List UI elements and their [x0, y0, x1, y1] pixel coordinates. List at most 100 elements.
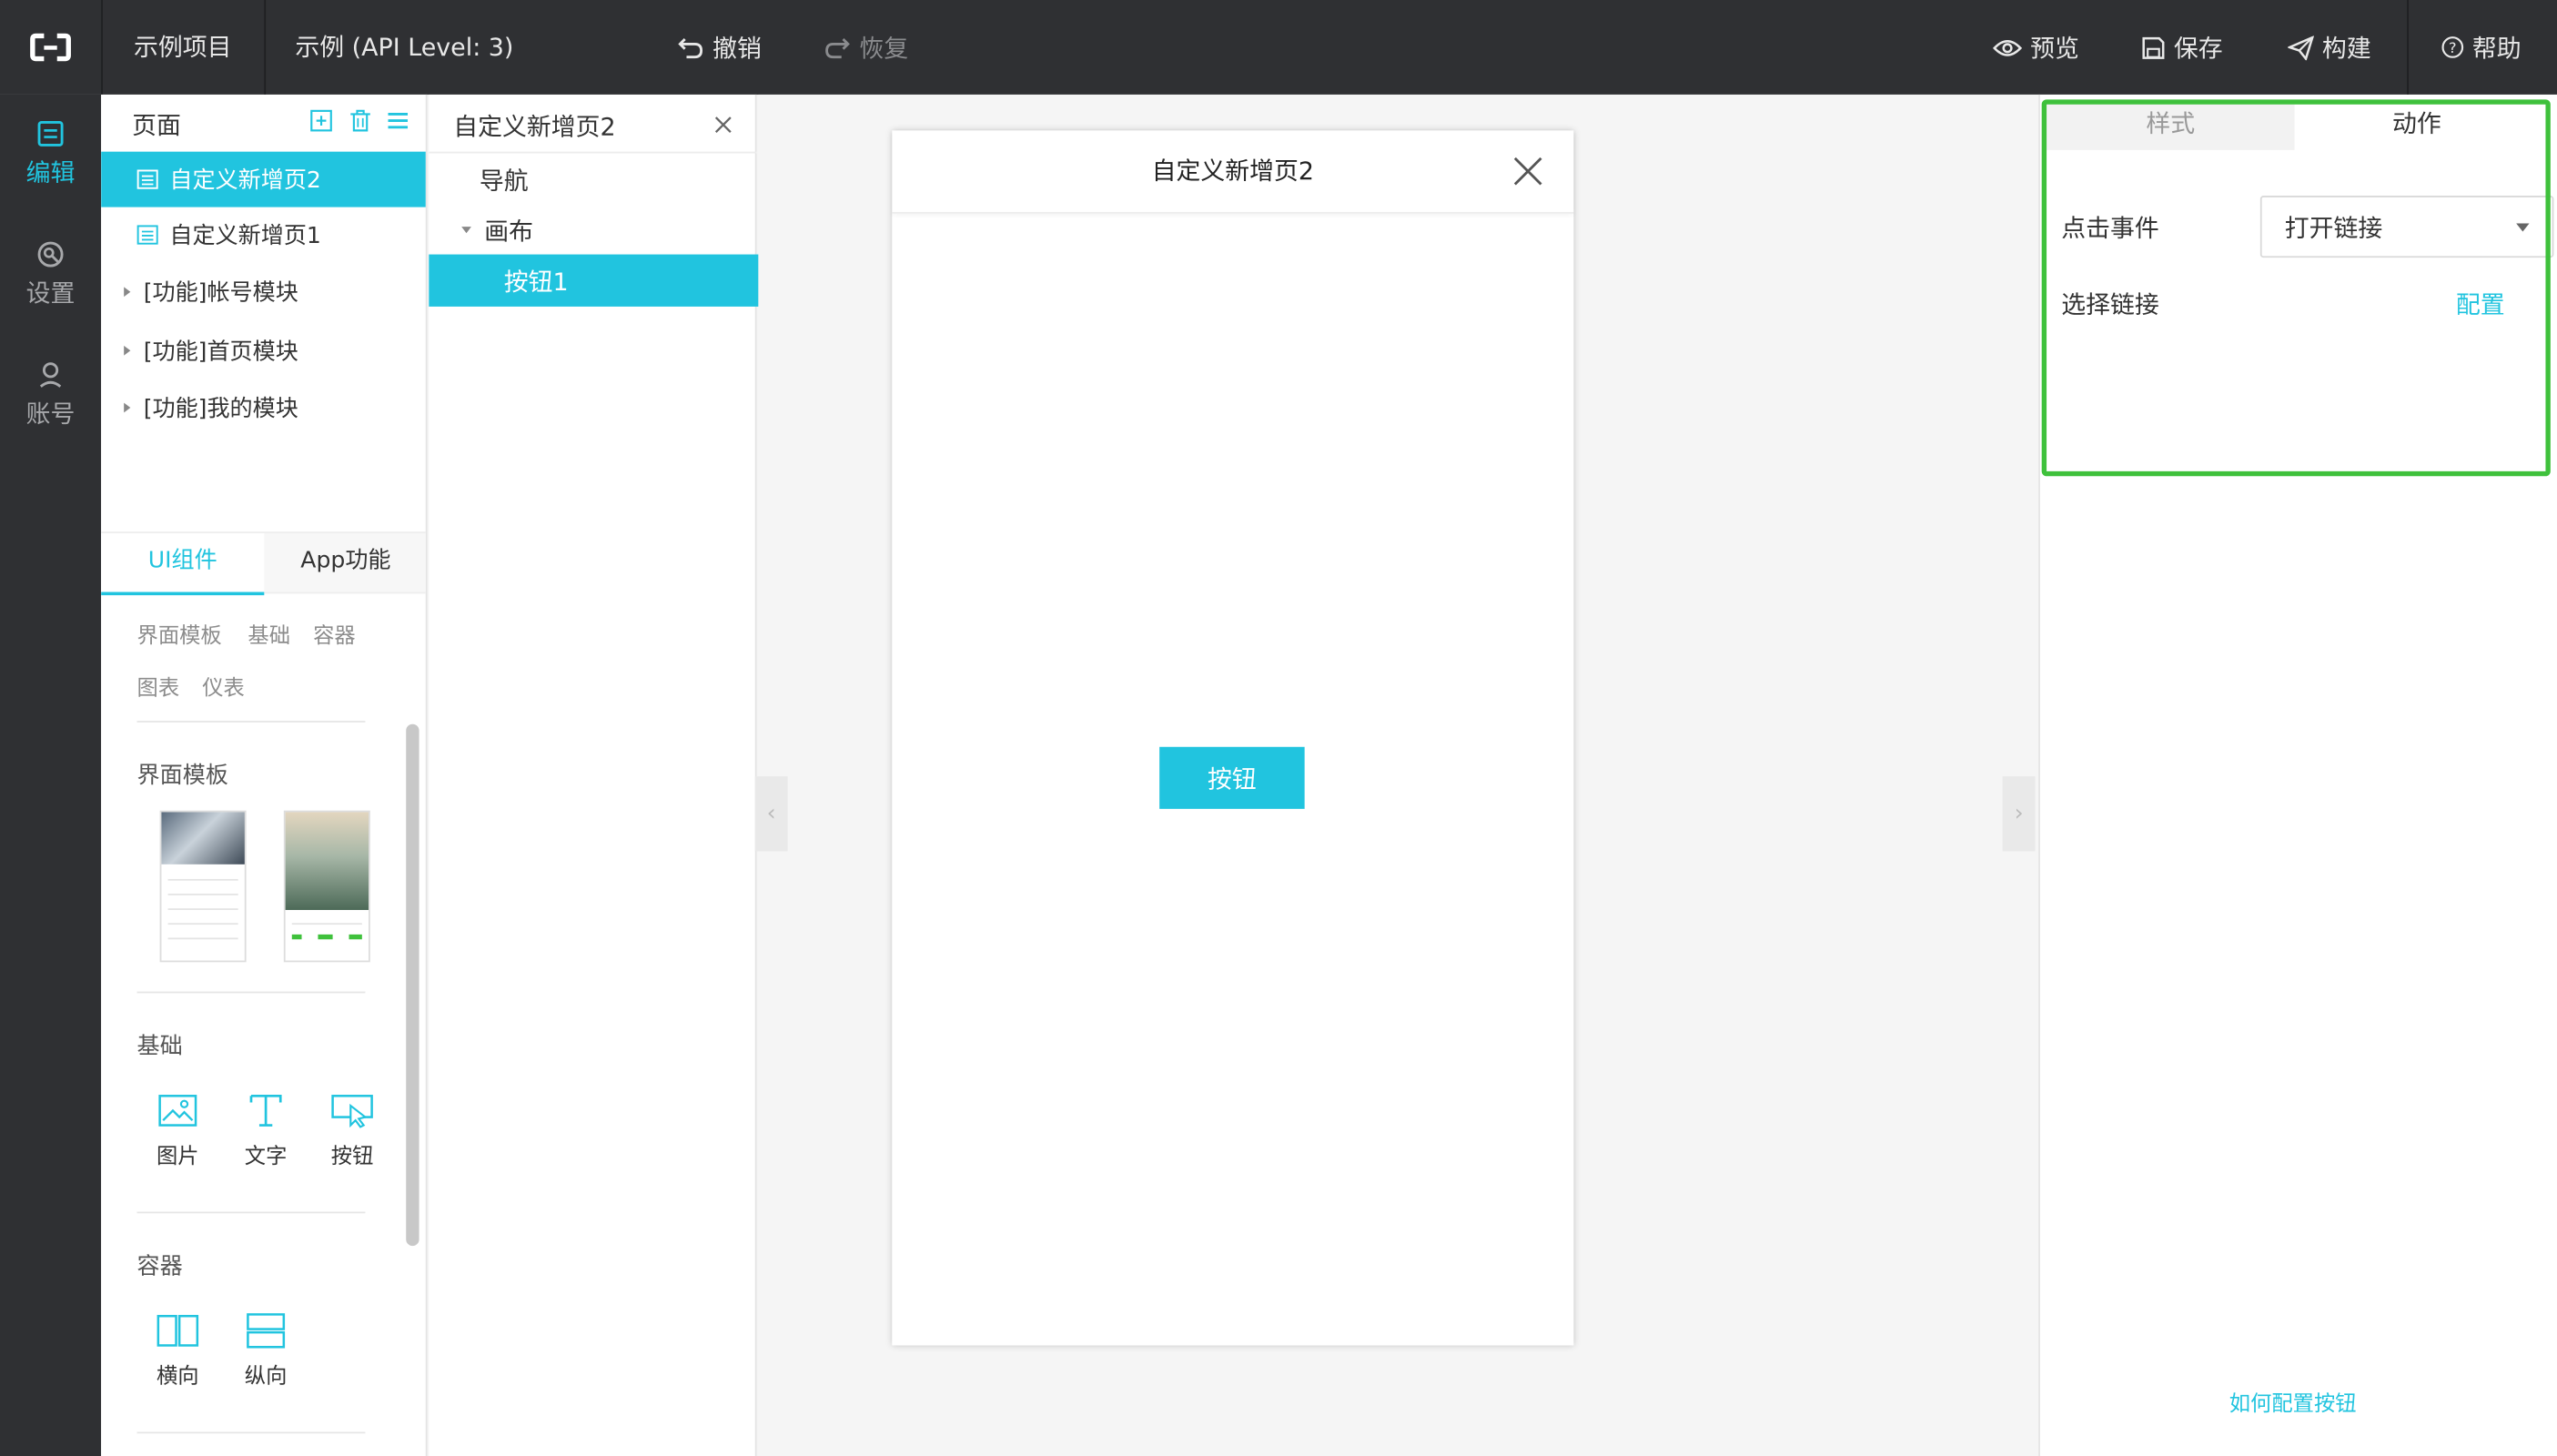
close-icon[interactable]: [1513, 157, 1542, 186]
page-group-label: [功能]帐号模块: [143, 280, 298, 307]
save-label: 保存: [2173, 33, 2223, 63]
redo-button[interactable]: 恢复: [824, 0, 908, 95]
page-item-label: 自定义新增页1: [169, 223, 321, 250]
phone-preview: 自定义新增页2 按钮: [892, 130, 1574, 1346]
page-group[interactable]: [功能]我的模块: [101, 380, 426, 436]
delete-page-icon[interactable]: [349, 109, 372, 132]
phone-nav-bar[interactable]: 自定义新增页2: [892, 130, 1574, 214]
help-button[interactable]: ? 帮助: [2441, 0, 2522, 95]
save-icon: [2141, 35, 2166, 60]
thumbnail-image: [285, 812, 369, 910]
page-item-label: 自定义新增页2: [169, 167, 321, 195]
component-horizontal-label: 横向: [157, 1364, 199, 1390]
page-group[interactable]: [功能]帐号模块: [101, 264, 426, 319]
nav-settings[interactable]: 设置: [0, 225, 101, 323]
canvas-button[interactable]: 按钮: [1159, 746, 1305, 809]
menu-icon[interactable]: [387, 109, 409, 132]
template-thumbnail-list[interactable]: [159, 810, 247, 963]
thumbnail-image: [161, 812, 245, 864]
collapse-left-icon[interactable]: ‹: [754, 776, 788, 852]
vertical-layout-icon: [245, 1313, 288, 1349]
help-label: 帮助: [2471, 33, 2522, 63]
undo-button[interactable]: 撤销: [677, 0, 762, 95]
page-item[interactable]: 自定义新增页1: [101, 207, 426, 263]
tree-node-canvas[interactable]: 画布: [429, 204, 789, 256]
preview-label: 预览: [2030, 33, 2079, 63]
build-button[interactable]: 构建: [2288, 0, 2371, 95]
tree-node-nav[interactable]: 导航: [429, 153, 807, 205]
how-to-configure-link[interactable]: 如何配置按钮: [2229, 1386, 2357, 1417]
divider: [136, 991, 366, 994]
close-icon[interactable]: [714, 116, 733, 134]
category-container[interactable]: 容器: [313, 618, 356, 649]
divider: [101, 0, 103, 95]
add-page-icon[interactable]: [309, 109, 332, 132]
nav-account-label: 账号: [25, 399, 76, 429]
tab-ui-components[interactable]: UI组件: [101, 533, 265, 596]
palette-scrollbar[interactable]: [406, 723, 419, 1247]
component-vertical[interactable]: 纵向: [230, 1313, 302, 1390]
expand-arrow-icon: [124, 402, 131, 413]
tree-panel-title: 自定义新增页2: [453, 112, 616, 142]
left-nav: 编辑 设置 账号: [0, 94, 102, 1456]
help-icon: ?: [2441, 35, 2464, 58]
template-thumbnail-weather[interactable]: [283, 810, 370, 963]
project-name[interactable]: 示例项目: [134, 0, 232, 95]
edit-icon: [35, 118, 65, 147]
divider: [136, 1211, 366, 1214]
page-icon: [136, 225, 158, 245]
eye-icon: [1993, 36, 2023, 57]
preview-button[interactable]: 预览: [1993, 0, 2079, 95]
button-click-icon: [331, 1093, 374, 1128]
divider: [136, 721, 366, 723]
action-highlight-box: [2041, 99, 2551, 477]
tab-app-features[interactable]: App功能: [264, 533, 425, 592]
page-group-label: [功能]我的模块: [143, 396, 298, 423]
nav-settings-label: 设置: [25, 278, 76, 308]
expand-arrow-icon: [124, 287, 131, 298]
divider: [136, 1431, 366, 1434]
redo-label: 恢复: [859, 33, 909, 63]
component-button-label: 按钮: [330, 1145, 374, 1169]
redo-icon: [824, 35, 851, 60]
save-button[interactable]: 保存: [2141, 0, 2223, 95]
send-icon: [2288, 35, 2314, 60]
component-tree-panel: 自定义新增页2 导航 画布 按钮1: [429, 94, 832, 1456]
divider: [2407, 0, 2409, 95]
page-group-label: [功能]首页模块: [143, 339, 298, 366]
page-icon: [136, 169, 158, 189]
collapse-right-icon[interactable]: ›: [2002, 776, 2036, 852]
image-icon: [158, 1093, 197, 1128]
logo-icon[interactable]: [29, 33, 72, 62]
category-basic[interactable]: 基础: [248, 618, 290, 649]
component-vertical-label: 纵向: [244, 1364, 288, 1390]
settings-icon: [35, 239, 65, 268]
top-bar: 示例项目 示例 (API Level: 3) 撤销 恢复 预览 保存 构建 ?: [0, 0, 2557, 95]
thumbnail-rows: [161, 864, 244, 940]
page-panel-title: 页面: [132, 110, 181, 141]
section-container-title: 容器: [136, 1254, 183, 1280]
page-item[interactable]: 自定义新增页2: [101, 151, 426, 207]
tree-node-label: 画布: [484, 216, 534, 246]
component-text-label: 文字: [244, 1145, 288, 1169]
app-name[interactable]: 示例 (API Level: 3): [295, 0, 513, 95]
category-chart[interactable]: 图表: [137, 671, 180, 702]
thumbnail-stats: [286, 910, 369, 947]
component-button[interactable]: 按钮: [317, 1093, 389, 1169]
page-panel: 页面 自定义新增页2 自定义新增页1 [功能]帐号模块 [功能]首页模块 [功能…: [101, 94, 428, 1456]
component-image[interactable]: 图片: [142, 1093, 214, 1169]
component-text[interactable]: 文字: [230, 1093, 302, 1169]
component-horizontal[interactable]: 横向: [142, 1313, 214, 1390]
palette-tabs: UI组件 App功能: [101, 531, 426, 596]
category-gauge[interactable]: 仪表: [202, 671, 245, 702]
nav-edit-label: 编辑: [25, 157, 76, 187]
expand-arrow-icon: [124, 345, 131, 356]
page-group[interactable]: [功能]首页模块: [101, 323, 426, 379]
horizontal-layout-icon: [157, 1313, 199, 1349]
text-icon: [247, 1093, 286, 1128]
category-templates[interactable]: 界面模板: [137, 618, 222, 649]
collapse-arrow-icon: [461, 227, 471, 234]
nav-edit[interactable]: 编辑: [0, 105, 101, 203]
user-icon: [35, 359, 65, 389]
nav-account[interactable]: 账号: [0, 346, 101, 444]
